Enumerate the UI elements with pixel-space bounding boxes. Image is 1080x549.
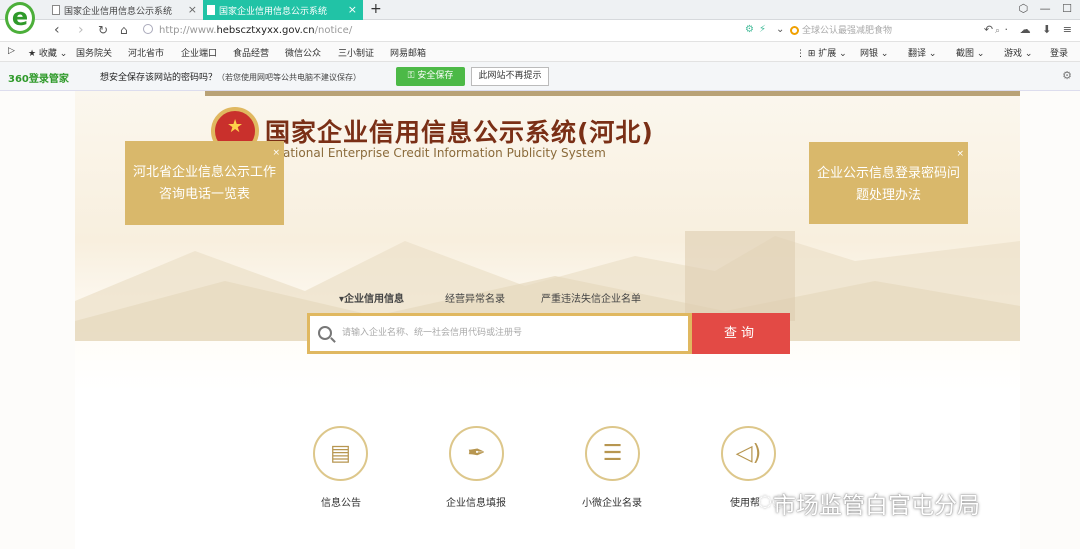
icon-label-report[interactable]: 企业信息填报 — [446, 494, 506, 509]
page-icon — [52, 5, 60, 15]
page-icon — [207, 5, 215, 15]
close-icon[interactable]: × — [188, 3, 197, 16]
site-stage: 国家企业信用信息公示系统(河北) ational Enterprise Cred… — [75, 91, 1020, 549]
speed-icon[interactable]: ⚙ — [745, 24, 754, 35]
forward-icon[interactable]: › — [78, 22, 84, 38]
never-for-site-button[interactable]: 此网站不再提示 — [471, 67, 549, 86]
bookmarks-bar: ▷ ★ 收藏 ⌄ 国务院关 河北省市 企业端口 食品经营 微信公众 三小制证 网… — [0, 42, 1080, 62]
new-tab-button[interactable]: + — [370, 1, 382, 17]
save-password-prompt: 想安全保存该网站的密码吗？（若您使用网吧等公共电脑不建议保存） — [100, 73, 362, 83]
search-input[interactable]: 全球公认最强减肥食物 ⌕ — [790, 23, 1002, 39]
save-password-button[interactable]: ⚿ 安全保存 — [396, 67, 465, 86]
notice-line: 企业公示信息登录密码问 — [816, 166, 960, 181]
bookmark-item[interactable]: 三小制证 — [338, 46, 374, 59]
search-bar: 请输入企业名称、统一社会信用代码或注册号 查询 — [307, 313, 790, 354]
hotline-notice-box[interactable]: × 河北省企业信息公示工作 咨询电话一览表 — [125, 141, 284, 225]
close-icon[interactable]: × — [956, 143, 964, 165]
query-button[interactable]: 查询 — [692, 313, 790, 354]
notice-line: 题处理办法 — [855, 188, 921, 203]
tab-label: 国家企业信用信息公示系统 — [64, 7, 173, 17]
bookmark-item[interactable]: 国务院关 — [76, 46, 112, 59]
toolbar-right-controls[interactable]: ↶ · ☁ ⬇ ≡ — [984, 23, 1072, 36]
bookmark-item[interactable]: 企业端口 — [181, 46, 217, 59]
notice-line: 咨询电话一览表 — [158, 187, 250, 202]
password-manager-brand: 360登录管家 — [8, 74, 69, 85]
notice-line: 河北省企业信息公示工作 — [132, 165, 276, 180]
chevron-down-icon[interactable]: ⌄ — [776, 24, 784, 35]
browser-tab-2[interactable]: 国家企业信用信息公示系统 × — [203, 0, 363, 20]
gear-icon[interactable]: ⚙ — [1062, 69, 1072, 82]
login-button[interactable]: 登录 — [1050, 46, 1068, 59]
header-divider — [205, 91, 1020, 96]
bookmarks-toggle-icon[interactable]: ▷ — [8, 46, 15, 56]
tab-credit-info[interactable]: ▾企业信用信息 — [339, 290, 404, 305]
extensions-button[interactable]: ⋮ ⊞ 扩展 ⌄ — [796, 46, 847, 59]
bookmark-item[interactable]: 食品经营 — [233, 46, 269, 59]
password-save-bar: 360登录管家 想安全保存该网站的密码吗？（若您使用网吧等公共电脑不建议保存） … — [0, 62, 1080, 91]
home-icon[interactable]: ⌂ — [120, 23, 128, 37]
speaker-icon[interactable]: ◁) — [721, 426, 776, 481]
bookmark-item[interactable]: 网易邮箱 — [390, 46, 426, 59]
address-bar: ‹ › ↻ ⌂ http://www.hebscztxyxx.gov.cn/no… — [0, 20, 1080, 42]
tab-bar: e 国家企业信用信息公示系统 × 国家企业信用信息公示系统 × + ⬡ — ☐ — [0, 0, 1080, 34]
url-input[interactable]: http://www.hebscztxyxx.gov.cn/notice/ — [143, 23, 703, 39]
games-button[interactable]: 游戏 ⌄ — [1004, 46, 1032, 59]
key-icon: ⚿ — [407, 71, 418, 81]
search-icon — [318, 326, 332, 340]
web-page: 国家企业信用信息公示系统(河北) ational Enterprise Cred… — [0, 91, 1080, 549]
screenshot-button[interactable]: 截图 ⌄ — [956, 46, 984, 59]
icon-label-notice[interactable]: 信息公告 — [321, 494, 361, 509]
bookmark-item[interactable]: 河北省市 — [128, 46, 164, 59]
window-controls[interactable]: ⬡ — ☐ — [1019, 2, 1072, 15]
icon-label-help[interactable]: 使用帮 — [730, 494, 760, 509]
list-icon[interactable]: ☰ — [585, 426, 640, 481]
reload-icon[interactable]: ↻ — [98, 23, 108, 37]
globe-icon — [143, 24, 153, 34]
document-icon[interactable]: ▤ — [313, 426, 368, 481]
close-icon[interactable]: × — [348, 3, 357, 16]
pen-icon[interactable]: ✒ — [449, 426, 504, 481]
password-help-box[interactable]: × 企业公示信息登录密码问 题处理办法 — [809, 142, 968, 224]
bookmark-item[interactable]: ★ 收藏 ⌄ — [28, 46, 67, 59]
company-search-input[interactable]: 请输入企业名称、统一社会信用代码或注册号 — [310, 316, 688, 351]
bookmark-item[interactable]: 微信公众 — [285, 46, 321, 59]
ebank-button[interactable]: 网银 ⌄ — [860, 46, 888, 59]
site-title: 国家企业信用信息公示系统(河北) — [265, 118, 654, 147]
site-subtitle: ational Enterprise Credit Information Pu… — [283, 146, 606, 160]
tab-serious-violation-list[interactable]: 严重违法失信企业名单 — [541, 290, 641, 305]
tab-abnormal-list[interactable]: 经营异常名录 — [445, 290, 505, 305]
watermark-text: 市场监管白官屯分局 — [773, 493, 980, 519]
browser-tab-1[interactable]: 国家企业信用信息公示系统 × — [48, 0, 203, 20]
browser-logo-icon[interactable]: e — [5, 2, 35, 34]
icon-label-micro-list[interactable]: 小微企业名录 — [582, 494, 642, 509]
tab-label: 国家企业信用信息公示系统 — [219, 7, 328, 17]
back-icon[interactable]: ‹ — [54, 22, 60, 38]
close-icon[interactable]: × — [272, 142, 280, 164]
translate-button[interactable]: 翻译 ⌄ — [908, 46, 936, 59]
lightning-icon[interactable]: ⚡ — [759, 24, 766, 35]
search-engine-icon — [790, 26, 799, 35]
